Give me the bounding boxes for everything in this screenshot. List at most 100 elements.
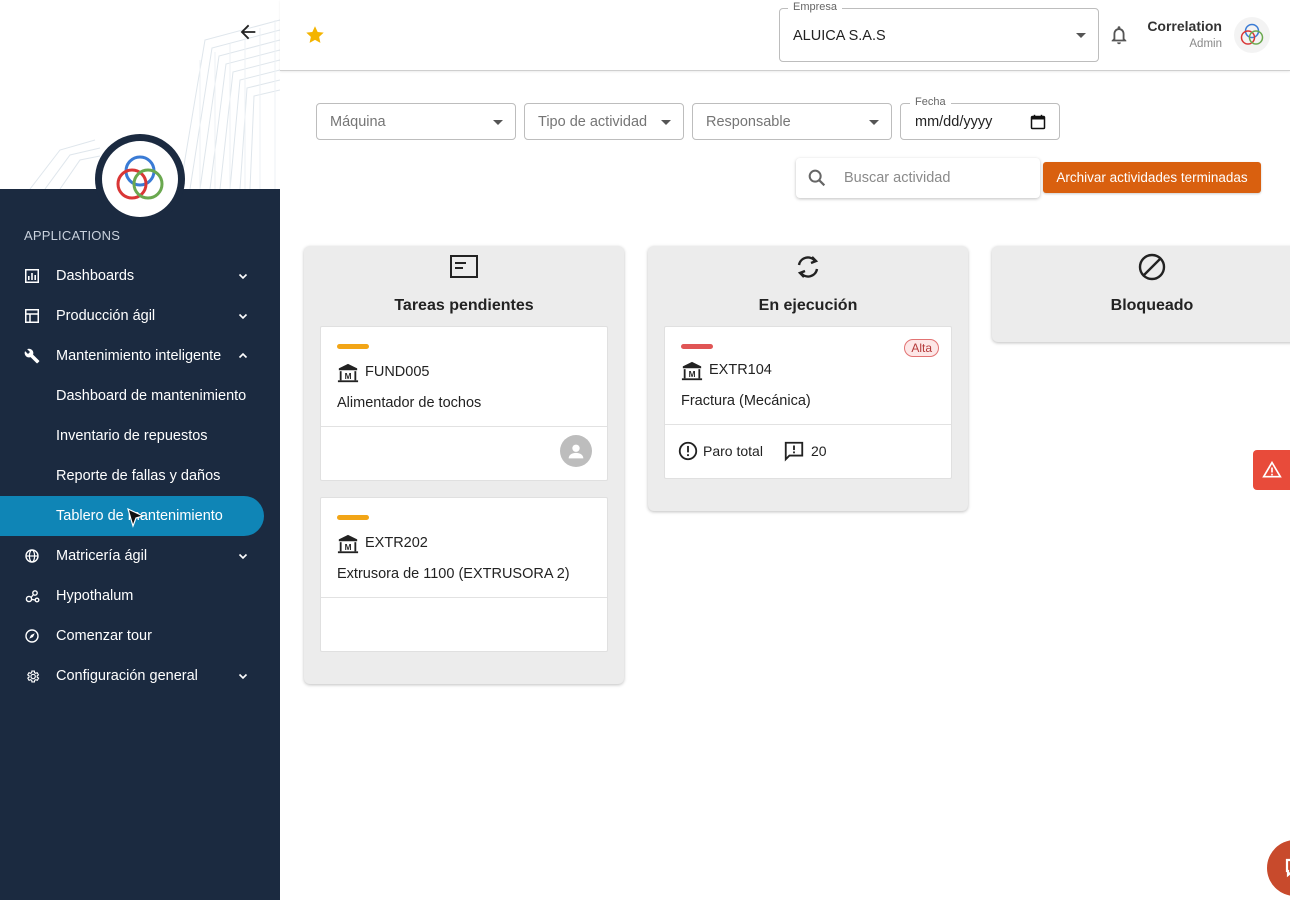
activity-type-filter-placeholder: Tipo de actividad: [538, 114, 648, 130]
caret-down-icon: [661, 120, 671, 125]
sidebar-item-label: Matricería ágil: [56, 548, 148, 564]
activity-type-filter-select[interactable]: Tipo de actividad: [524, 103, 684, 140]
chat-button[interactable]: [1267, 840, 1290, 896]
sidebar-item-label: Comenzar tour: [56, 628, 152, 644]
sidebar-item-matriceria-agil[interactable]: Matricería ágil: [0, 536, 280, 576]
bell-icon[interactable]: [1108, 24, 1130, 46]
priority-indicator: [681, 344, 713, 349]
sidebar-item-label: Producción ágil: [56, 308, 156, 324]
machine-filter-select[interactable]: Máquina: [316, 103, 516, 140]
bar-chart-icon: [24, 268, 40, 284]
column-title: En ejecución: [758, 297, 858, 314]
search-box: [796, 158, 1040, 198]
task-description: Extrusora de 1100 (EXTRUSORA 2): [337, 566, 570, 582]
column-title: Tareas pendientes: [394, 297, 534, 314]
responsible-filter-placeholder: Responsable: [706, 114, 791, 130]
alert-side-tab[interactable]: [1253, 450, 1290, 490]
chevron-up-icon: [238, 352, 248, 359]
task-code: EXTR202: [365, 535, 428, 551]
date-filter-input[interactable]: Fecha mm/dd/yyyy: [900, 96, 1060, 140]
sidebar-item-configuracion-general[interactable]: Configuración general: [0, 656, 280, 696]
sidebar-item-mantenimiento-inteligente[interactable]: Mantenimiento inteligente: [0, 336, 280, 376]
app-logo: [95, 134, 185, 224]
sidebar-item-label: Inventario de repuestos: [56, 428, 208, 444]
sidebar-item-label: Mantenimiento inteligente: [56, 348, 222, 364]
chevron-down-icon: [238, 273, 248, 280]
globe-icon: [24, 548, 40, 564]
column-in-progress: En ejecución Alta M EXTR104 Fractura (Me…: [648, 246, 968, 511]
card-divider: [665, 424, 951, 425]
sidebar-subitem-reporte-fallas[interactable]: Reporte de fallas y daños: [0, 456, 280, 496]
rings-logo-icon: [1240, 23, 1264, 45]
sidebar-item-label: Tablero de mantenimiento: [56, 508, 223, 524]
sidebar-item-comenzar-tour[interactable]: Comenzar tour: [0, 616, 280, 656]
task-description: Fractura (Mecánica): [681, 393, 811, 409]
priority-indicator: [337, 344, 369, 349]
task-card-icon: [450, 255, 478, 278]
assignee-avatar[interactable]: [560, 435, 592, 467]
company-select-label: Empresa: [788, 1, 843, 13]
machine-filter-placeholder: Máquina: [330, 114, 386, 130]
blocked-icon: [1138, 253, 1166, 281]
alert-circle-icon: [678, 441, 698, 461]
sidebar-item-label: Hypothalum: [56, 588, 134, 604]
sidebar-item-label: Dashboard de mantenimiento: [56, 388, 247, 404]
comment-count[interactable]: 20: [783, 440, 827, 462]
machine-building-icon: M: [337, 363, 359, 383]
archive-finished-button[interactable]: Archivar actividades terminadas: [1043, 162, 1261, 193]
task-card[interactable]: M FUND005 Alimentador de tochos: [320, 326, 608, 481]
section-label: APPLICATIONS: [24, 228, 121, 243]
company-select[interactable]: Empresa ALUICA S.A.S: [779, 1, 1099, 62]
avatar[interactable]: [1234, 17, 1270, 53]
calendar-icon[interactable]: [1030, 114, 1046, 130]
sidebar-item-dashboards[interactable]: Dashboards: [0, 256, 280, 296]
rings-logo-icon: [116, 155, 164, 200]
sidebar-item-label: Reporte de fallas y daños: [56, 468, 221, 484]
responsible-filter-select[interactable]: Responsable: [692, 103, 892, 140]
person-icon: [568, 444, 584, 459]
share-nodes-icon: [24, 588, 40, 604]
chevron-down-icon: [238, 553, 248, 560]
column-title: Bloqueado: [1110, 297, 1194, 314]
caret-down-icon: [493, 120, 503, 125]
priority-indicator: [337, 515, 369, 520]
card-divider: [321, 597, 607, 598]
compass-icon: [24, 628, 40, 644]
stop-status: Paro total: [677, 440, 763, 462]
task-card[interactable]: M EXTR202 Extrusora de 1100 (EXTRUSORA 2…: [320, 497, 608, 652]
caret-down-icon: [1076, 33, 1086, 38]
sidebar-subitem-inventario-repuestos[interactable]: Inventario de repuestos: [0, 416, 280, 456]
arrow-left-icon: [240, 24, 256, 40]
stop-status-label: Paro total: [703, 443, 763, 459]
sidebar-item-hypothalum[interactable]: Hypothalum: [0, 576, 280, 616]
search-input[interactable]: [844, 166, 1030, 190]
column-blocked: Bloqueado: [992, 246, 1290, 342]
priority-badge: Alta: [904, 339, 939, 357]
machine-building-icon: M: [337, 534, 359, 554]
task-card[interactable]: Alta M EXTR104 Fractura (Mecánica) Paro …: [664, 326, 952, 479]
sidebar-subitem-dashboard-mantenimiento[interactable]: Dashboard de mantenimiento: [0, 376, 280, 416]
gear-icon: [24, 668, 40, 684]
chat-icon: [1285, 858, 1290, 878]
card-divider: [321, 426, 607, 427]
warning-icon: [1261, 460, 1282, 478]
star-icon[interactable]: [304, 24, 326, 46]
sync-icon: [797, 256, 819, 278]
chevron-down-icon: [238, 313, 248, 320]
task-description: Alimentador de tochos: [337, 395, 482, 411]
svg-text:M: M: [345, 372, 352, 381]
company-select-value: ALUICA S.A.S: [793, 28, 886, 44]
comment-alert-icon: [784, 441, 804, 462]
sidebar: APPLICATIONS Dashboards Producción ágil …: [0, 0, 280, 900]
sidebar-item-produccion-agil[interactable]: Producción ágil: [0, 296, 280, 336]
collapse-sidebar-button[interactable]: [234, 18, 262, 46]
sidebar-item-label: Configuración general: [56, 668, 198, 684]
date-filter-label: Fecha: [910, 96, 951, 108]
sidebar-subitem-tablero-mantenimiento[interactable]: Tablero de mantenimiento: [0, 496, 264, 536]
task-code: EXTR104: [709, 362, 772, 378]
table-layout-icon: [24, 308, 40, 324]
comment-count-value: 20: [811, 443, 827, 459]
top-bar: Empresa ALUICA S.A.S Correlation Admin: [280, 0, 1290, 71]
wrench-icon: [24, 348, 40, 364]
svg-text:M: M: [345, 543, 352, 552]
